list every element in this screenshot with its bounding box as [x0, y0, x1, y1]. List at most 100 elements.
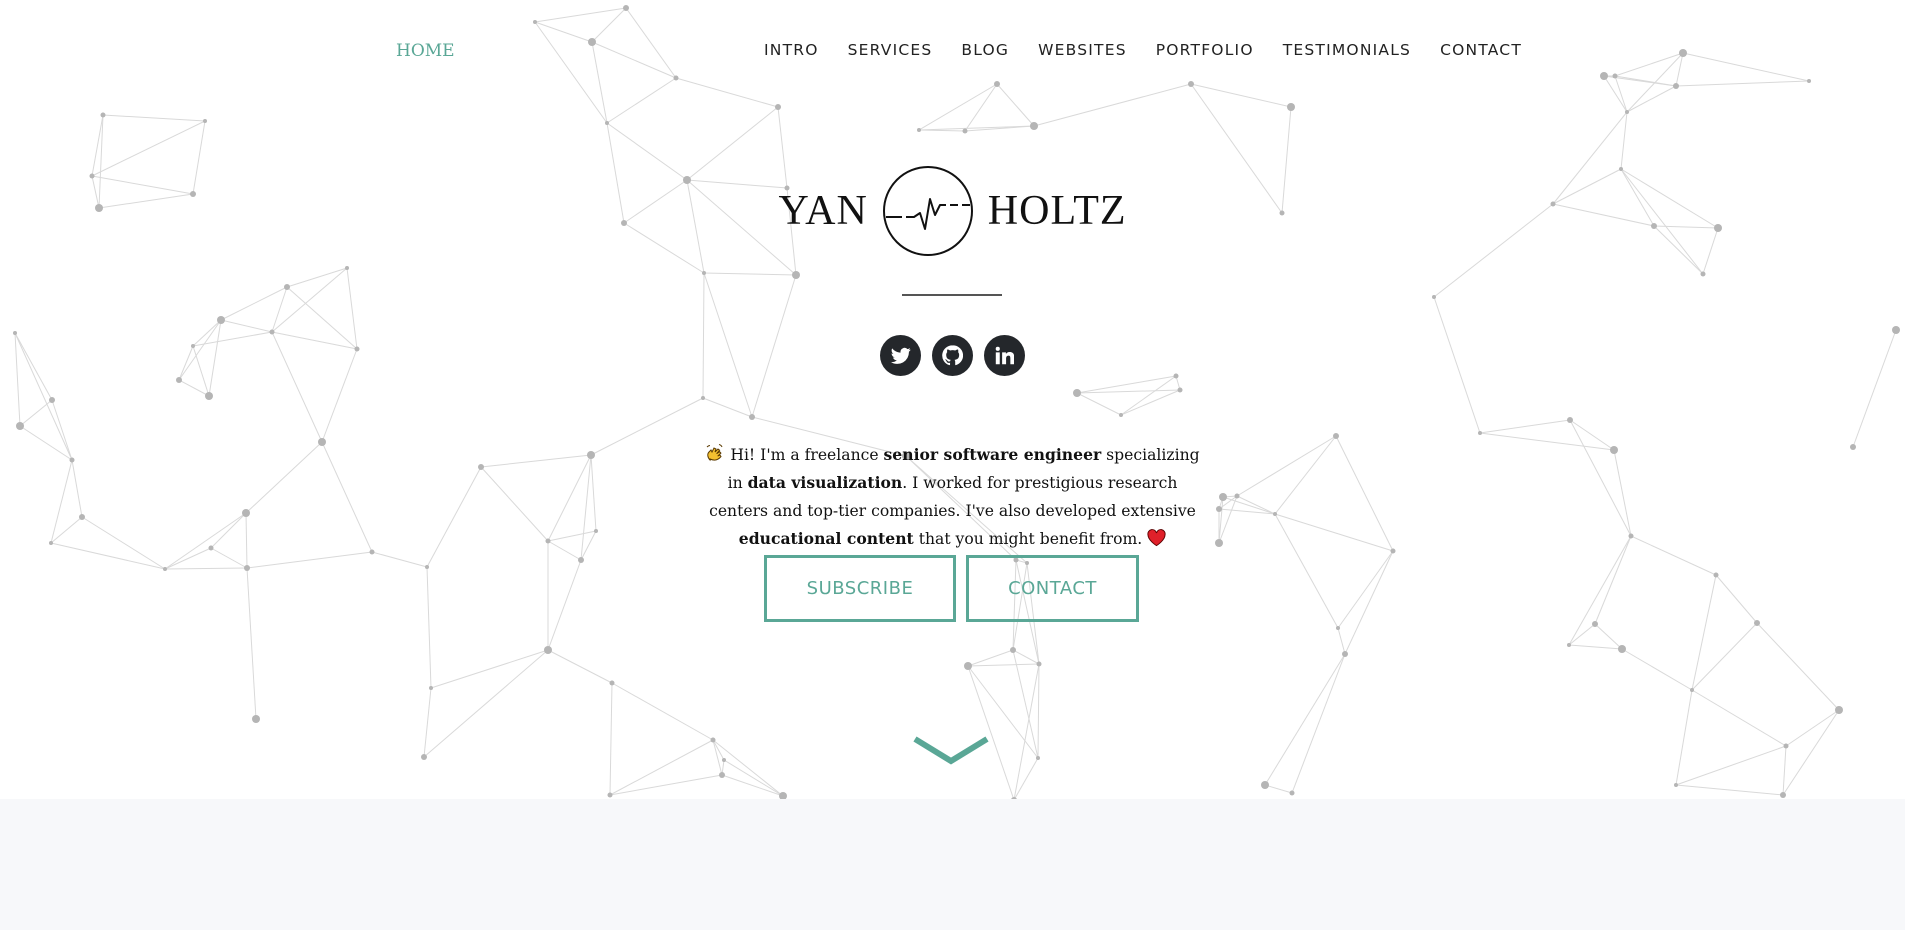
bio-part-4: that you might benefit from. — [913, 529, 1148, 548]
network-link — [1012, 649, 1040, 665]
network-link — [50, 516, 83, 544]
nav-item-testimonials[interactable]: TESTIMONIALS — [1283, 41, 1411, 59]
logo-first-name: YAN — [778, 188, 868, 234]
nav-item-portfolio[interactable]: PORTFOLIO — [1156, 41, 1254, 59]
network-node — [607, 792, 613, 798]
network-link — [534, 7, 627, 23]
red-heart-icon — [1147, 528, 1166, 546]
linkedin-link[interactable] — [984, 335, 1025, 376]
network-node — [1177, 387, 1183, 393]
network-link — [1756, 622, 1840, 711]
network-node — [1036, 756, 1040, 760]
network-link — [918, 125, 1035, 131]
nav-item-blog[interactable]: BLOG — [961, 41, 1009, 59]
network-link — [50, 542, 166, 570]
network-link — [967, 663, 1040, 667]
network-link — [675, 77, 779, 108]
network-link — [547, 454, 592, 542]
network-link — [967, 649, 1014, 667]
network-link — [19, 399, 53, 427]
network-node — [1216, 506, 1222, 512]
network-link — [164, 547, 212, 570]
network-link — [1568, 644, 1623, 650]
network-link — [480, 454, 592, 468]
network-node — [701, 396, 705, 400]
network-node — [710, 737, 716, 743]
network-link — [271, 267, 348, 333]
network-node — [284, 284, 290, 290]
network-link — [609, 739, 714, 796]
network-link — [609, 774, 723, 796]
network-link — [723, 759, 784, 797]
network-link — [547, 649, 613, 684]
network-node — [1713, 572, 1719, 578]
network-link — [1782, 745, 1787, 796]
network-node — [1807, 79, 1811, 83]
network-link — [51, 399, 73, 461]
nav-item-websites[interactable]: WEBSITES — [1038, 41, 1127, 59]
network-link — [50, 459, 73, 544]
network-node — [594, 529, 598, 533]
network-link — [964, 83, 998, 132]
github-link[interactable] — [932, 335, 973, 376]
network-link — [210, 547, 248, 569]
logo-last-name: HOLTZ — [987, 188, 1127, 234]
network-link — [71, 459, 83, 518]
network-node — [242, 509, 250, 517]
network-node — [1754, 620, 1760, 626]
network-node — [429, 686, 433, 690]
network-node — [1478, 431, 1482, 435]
network-node — [1342, 651, 1348, 657]
network-node — [1287, 103, 1295, 111]
network-link — [1630, 535, 1717, 576]
contact-button[interactable]: CONTACT — [966, 555, 1139, 622]
network-node — [49, 397, 55, 403]
network-node — [1073, 389, 1081, 397]
network-link — [1626, 52, 1684, 113]
network-node — [269, 329, 275, 335]
next-section-band — [0, 799, 1905, 930]
network-node — [1780, 792, 1786, 798]
network-link — [1614, 52, 1684, 77]
network-node — [478, 464, 484, 470]
bio-highlight-dataviz: data visualization — [747, 472, 903, 492]
network-node — [318, 438, 326, 446]
network-node — [623, 5, 629, 11]
network-link — [702, 397, 753, 418]
logo-divider — [902, 294, 1002, 296]
network-link — [611, 682, 714, 741]
chevron-down-icon[interactable] — [913, 735, 989, 767]
twitter-link[interactable] — [880, 335, 921, 376]
network-link — [703, 272, 797, 276]
network-node — [69, 457, 75, 463]
network-node — [1432, 295, 1436, 299]
network-node — [100, 112, 106, 118]
network-node — [792, 271, 800, 279]
network-node — [917, 128, 921, 132]
network-link — [1274, 435, 1337, 515]
network-link — [1715, 574, 1758, 624]
network-node — [1188, 81, 1194, 87]
network-link — [534, 21, 593, 43]
network-link — [245, 512, 248, 569]
network-node — [1625, 110, 1629, 114]
network-link — [430, 649, 549, 689]
network-link — [609, 682, 613, 796]
network-node — [1892, 326, 1900, 334]
network-node — [719, 772, 725, 778]
network-node — [1567, 417, 1573, 423]
network-link — [1614, 75, 1677, 87]
nav-item-contact[interactable]: CONTACT — [1440, 41, 1522, 59]
network-node — [1289, 790, 1295, 796]
main-nav: INTRO SERVICES BLOG WEBSITES PORTFOLIO T… — [764, 41, 1522, 59]
nav-home-link[interactable]: HOME — [396, 41, 455, 61]
particle-network-background — [13, 5, 1900, 800]
subscribe-button[interactable]: SUBSCRIBE — [764, 555, 956, 622]
network-link — [590, 397, 704, 456]
nav-item-intro[interactable]: INTRO — [764, 41, 819, 59]
network-link — [1682, 52, 1810, 82]
nav-item-services[interactable]: SERVICES — [848, 41, 933, 59]
network-link — [210, 512, 247, 549]
network-node — [208, 545, 214, 551]
network-link — [1337, 627, 1346, 655]
